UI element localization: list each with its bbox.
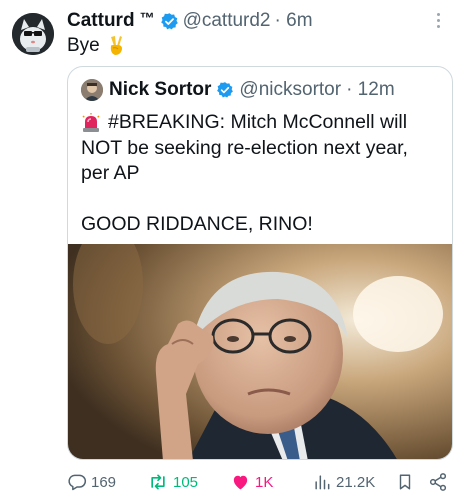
quote-line-5: GOOD RIDDANCE, RINO!: [81, 213, 313, 235]
quote-verified-badge-icon: [216, 81, 234, 99]
share-button[interactable]: [428, 471, 452, 493]
quote-line-2: NOT be seeking re-election next year,: [81, 136, 408, 159]
share-icon: [429, 473, 447, 491]
quote-line-1: #BREAKING: Mitch McConnell will: [108, 111, 408, 133]
views-icon: [315, 475, 330, 490]
police-siren-icon: [81, 112, 101, 133]
author-avatar[interactable]: [12, 13, 54, 55]
tweet-text-content: Bye: [67, 35, 100, 56]
views-button[interactable]: 21.2K: [312, 471, 375, 493]
author-handle[interactable]: @catturd2: [183, 10, 271, 32]
quote-line-3: per AP: [81, 162, 140, 184]
tweet-text: Bye: [67, 35, 126, 57]
tweet-time[interactable]: · 6m: [275, 10, 313, 32]
verified-badge-icon: [160, 12, 179, 31]
quote-author-avatar[interactable]: [81, 79, 103, 101]
quote-header: Nick Sortor @nicksortor · 12m: [81, 78, 395, 102]
author-name[interactable]: Catturd: [67, 10, 135, 32]
quote-author-handle[interactable]: @nicksortor: [239, 79, 341, 101]
author-name-suffix: ™: [139, 9, 155, 27]
bookmark-icon: [399, 474, 411, 490]
quote-text: #BREAKING: Mitch McConnell will NOT be s…: [81, 110, 441, 238]
reply-icon: [68, 474, 87, 491]
reply-button[interactable]: 169: [67, 471, 116, 493]
more-options-icon[interactable]: [437, 13, 441, 31]
tweet-action-bar: 169 105 1K 21.2K: [67, 471, 457, 493]
quoted-tweet-card[interactable]: Nick Sortor @nicksortor · 12m #BREAKING:…: [67, 66, 453, 460]
bookmark-button[interactable]: [396, 471, 418, 493]
heart-icon: [233, 475, 248, 490]
like-button[interactable]: 1K: [230, 471, 273, 493]
quote-author-name[interactable]: Nick Sortor: [109, 79, 211, 101]
reply-count: 169: [91, 473, 117, 491]
like-count: 1K: [255, 473, 274, 491]
retweet-count: 105: [173, 473, 199, 491]
tweet-header: Catturd ™ @catturd2 · 6m: [67, 9, 313, 33]
retweet-icon: [151, 474, 165, 490]
quote-time[interactable]: · 12m: [346, 79, 395, 101]
victory-hand-icon: [106, 35, 126, 57]
views-count: 21.2K: [336, 473, 376, 491]
quote-line-4: [81, 187, 441, 213]
quote-media-photo[interactable]: [68, 244, 452, 459]
retweet-button[interactable]: 105: [147, 471, 198, 493]
